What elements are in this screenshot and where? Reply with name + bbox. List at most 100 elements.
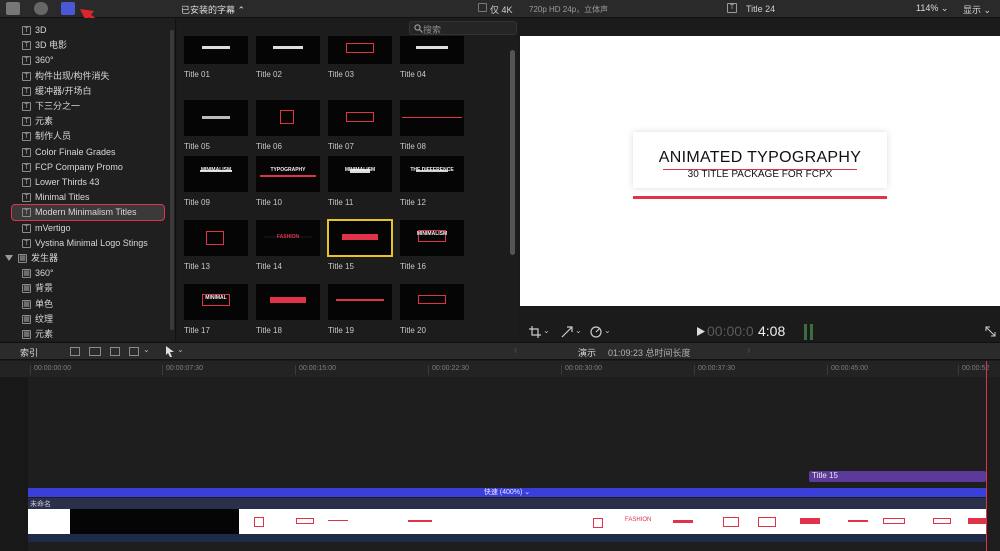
title-thumbnail[interactable] bbox=[328, 284, 392, 320]
forward-nav-icon[interactable]: › bbox=[747, 345, 750, 356]
title-clip-label: Title 15 bbox=[812, 471, 838, 480]
sidebar-item[interactable]: T Vystina Minimal Logo Stings bbox=[0, 236, 175, 251]
tool-chevron-icon[interactable]: ⌄ bbox=[177, 345, 184, 354]
sidebar-item[interactable]: T 构件出现/构件消失 bbox=[0, 69, 175, 84]
crop-chevron-icon[interactable]: ⌄ bbox=[543, 326, 550, 335]
sidebar-item[interactable]: T Minimal Titles bbox=[0, 190, 175, 205]
append-clip-icon[interactable] bbox=[110, 347, 120, 356]
sidebar-item[interactable]: ▦ 背景 bbox=[0, 281, 175, 296]
sidebar-group-generators[interactable]: ▦ 发生器 bbox=[0, 251, 175, 266]
sidebar-item-label: 单色 bbox=[35, 298, 54, 309]
timeline-ruler[interactable]: 00:00:00:00 00:00:07:30 00:00:15:00 00:00:2… bbox=[0, 361, 1000, 377]
filmstrip-frame-graphic bbox=[848, 520, 868, 522]
thumbnail-graphic bbox=[416, 46, 448, 49]
sidebar-item[interactable]: T 360° bbox=[0, 53, 175, 68]
sidebar-item[interactable]: TmVertigo bbox=[0, 221, 175, 236]
title-category-icon: T bbox=[22, 102, 31, 111]
connect-clip-icon[interactable] bbox=[70, 347, 80, 356]
fullscreen-icon[interactable] bbox=[985, 326, 996, 337]
transform-chevron-icon[interactable]: ⌄ bbox=[575, 326, 582, 335]
sidebar-item[interactable]: T Color Finale Grades bbox=[0, 145, 175, 160]
sidebar-item-label: Color Finale Grades bbox=[35, 146, 116, 157]
title-thumbnail[interactable] bbox=[184, 220, 248, 256]
title-thumbnail[interactable] bbox=[328, 100, 392, 136]
library-icon[interactable] bbox=[6, 2, 20, 15]
sidebar-item[interactable]: T Modern Minimalism Titles bbox=[0, 205, 175, 220]
sidebar-item[interactable]: T 缓冲器/开场白 bbox=[0, 84, 175, 99]
title-thumbnail[interactable] bbox=[184, 100, 248, 136]
search-field[interactable]: 搜索 bbox=[409, 21, 517, 35]
play-icon[interactable] bbox=[697, 327, 705, 336]
disclosure-triangle-icon[interactable] bbox=[5, 255, 13, 261]
sidebar-item[interactable]: ▦ 单色 bbox=[0, 297, 175, 312]
filmstrip-frame-graphic bbox=[254, 517, 264, 527]
sidebar-item[interactable]: T 制作人员 bbox=[0, 129, 175, 144]
insert-clip-icon[interactable] bbox=[89, 347, 101, 356]
sidebar-item[interactable]: ▦ 元素 bbox=[0, 327, 175, 341]
index-button[interactable]: 索引 bbox=[20, 346, 38, 359]
title-clip[interactable]: Title 15 bbox=[809, 471, 986, 482]
thumbnail-graphic bbox=[280, 110, 294, 124]
title-thumbnail[interactable]: TYPOGRAPHY bbox=[256, 156, 320, 192]
speed-gauge-icon[interactable] bbox=[590, 326, 602, 338]
title-thumbnail[interactable]: MINIMALISM bbox=[328, 156, 392, 192]
title-thumbnail[interactable]: FASHION bbox=[256, 220, 320, 256]
sidebar-item[interactable]: T 下三分之一 bbox=[0, 99, 175, 114]
sidebar-item[interactable]: ▦ 纹理 bbox=[0, 312, 175, 327]
primary-clip-filmstrip[interactable]: FASHION bbox=[28, 509, 986, 534]
title-thumbnail[interactable] bbox=[400, 284, 464, 320]
thumbnail-text: MINIMAL bbox=[205, 295, 227, 301]
sidebar-item[interactable]: T 3D bbox=[0, 23, 175, 38]
sidebar-item[interactable]: T Lower Thirds 43 bbox=[0, 175, 175, 190]
ruler-tick bbox=[694, 365, 695, 375]
select-tool-icon[interactable] bbox=[166, 346, 175, 357]
title-thumbnail[interactable] bbox=[256, 284, 320, 320]
title-thumbnail[interactable] bbox=[327, 219, 393, 257]
thumbnail-label: Title 08 bbox=[400, 142, 426, 151]
audio-meter-left bbox=[804, 324, 807, 340]
transform-icon[interactable] bbox=[561, 326, 573, 338]
title-thumbnail[interactable] bbox=[256, 36, 320, 64]
title-thumbnail[interactable]: MINIMALISM bbox=[400, 220, 464, 256]
speed-bar[interactable]: 快速 (400%) ⌄ bbox=[28, 488, 986, 497]
zoom-menu[interactable]: 114% ⌄ bbox=[916, 3, 948, 14]
title-thumbnail[interactable] bbox=[400, 100, 464, 136]
thumbnail-graphic bbox=[346, 43, 374, 53]
display-menu[interactable]: 显示 ⌄ bbox=[963, 3, 991, 16]
titles-generators-icon[interactable] bbox=[61, 2, 75, 15]
title-thumbnail[interactable]: MINIMALISM bbox=[184, 156, 248, 192]
thumbnail-text: TYPOGRAPHY bbox=[270, 167, 306, 173]
speed-chevron-icon[interactable]: ⌄ bbox=[604, 326, 611, 335]
photos-music-icon[interactable] bbox=[34, 2, 48, 15]
title-thumbnail[interactable] bbox=[328, 36, 392, 64]
edit-chevron-icon[interactable]: ⌄ bbox=[143, 345, 150, 354]
crop-icon[interactable] bbox=[529, 326, 541, 338]
sidebar-item[interactable]: T FCP Company Promo bbox=[0, 160, 175, 175]
sidebar-item-label: 背景 bbox=[35, 283, 54, 294]
sidebar-item[interactable]: ▦ 360° bbox=[0, 266, 175, 281]
search-icon bbox=[414, 24, 423, 33]
ruler-tick bbox=[958, 365, 959, 375]
sidebar-scrollbar[interactable] bbox=[170, 30, 174, 330]
only-4k-checkbox[interactable] bbox=[478, 3, 487, 12]
thumbnail-label: Title 13 bbox=[184, 262, 210, 271]
title-thumbnail[interactable]: THE DIFFERENCE bbox=[400, 156, 464, 192]
sidebar-item[interactable]: T 元素 bbox=[0, 114, 175, 129]
search-placeholder: 搜索 bbox=[423, 25, 442, 35]
browser-title[interactable]: 已安装的字幕 ⌃ bbox=[181, 3, 245, 16]
title-thumbnail[interactable]: MINIMAL bbox=[184, 284, 248, 320]
title-thumbnail[interactable] bbox=[184, 36, 248, 64]
browser-scrollbar[interactable] bbox=[510, 50, 515, 255]
back-nav-icon[interactable]: ‹ bbox=[514, 345, 517, 356]
title-thumbnail[interactable] bbox=[400, 36, 464, 64]
primary-clip-header[interactable]: 未命名 bbox=[28, 498, 986, 509]
sidebar-item[interactable]: T 3D 电影 bbox=[0, 38, 175, 53]
overwrite-clip-icon[interactable] bbox=[129, 347, 139, 356]
sidebar-item-label: Lower Thirds 43 bbox=[35, 177, 100, 187]
sidebar-item-label: Modern Minimalism Titles bbox=[35, 207, 137, 218]
title-thumbnail[interactable] bbox=[256, 100, 320, 136]
generator-icon: ▦ bbox=[22, 284, 31, 294]
playhead[interactable] bbox=[986, 361, 987, 551]
primary-clip-name: 未命名 bbox=[30, 501, 51, 508]
viewer-controls: ⌄ ⌄ ⌄ 00:00:0 4:08 bbox=[519, 322, 1000, 342]
